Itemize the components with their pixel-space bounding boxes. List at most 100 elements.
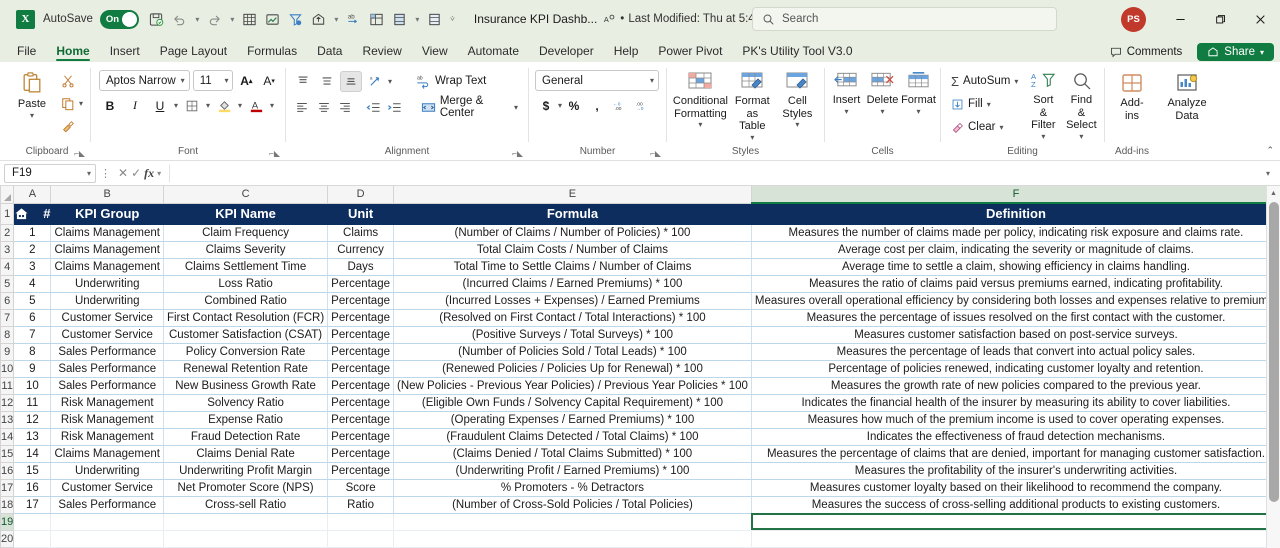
restore-button[interactable] <box>1200 0 1240 38</box>
cell-unit[interactable]: Days <box>327 258 394 276</box>
cell-kpi-name[interactable]: Customer Satisfaction (CSAT) <box>163 326 329 344</box>
cell-unit[interactable]: Score <box>327 479 394 497</box>
cell-number[interactable]: 1 <box>13 224 52 242</box>
cell-definition[interactable]: Percentage of policies renewed, indicati… <box>751 360 1280 378</box>
cell-E20[interactable] <box>393 530 752 548</box>
cell-formula[interactable]: (Resolved on First Contact / Total Inter… <box>393 309 752 327</box>
avatar[interactable]: PS <box>1121 6 1146 32</box>
comments-button[interactable]: Comments <box>1101 43 1192 61</box>
cell-definition[interactable]: Measures the profitability of the insure… <box>751 462 1280 480</box>
cell-number[interactable]: 16 <box>13 479 52 497</box>
customize-qat-icon[interactable]: ⩒ <box>447 7 458 31</box>
cell-kpi-group[interactable]: Sales Performance <box>50 496 164 514</box>
decrease-indent-button[interactable] <box>363 97 383 118</box>
cell-kpi-name[interactable]: Claims Denial Rate <box>163 445 329 463</box>
cell-kpi-name[interactable]: Loss Ratio <box>163 275 329 293</box>
cell-B20[interactable] <box>50 530 164 548</box>
clear-dropdown-icon[interactable]: ▾ <box>999 123 1003 132</box>
format-as-table-button[interactable]: Format as Table ▾ <box>729 69 776 144</box>
row-header-9[interactable]: 9 <box>0 342 15 361</box>
font-color-dropdown-icon[interactable]: ▾ <box>270 101 274 110</box>
cell-formula[interactable]: (Incurred Losses + Expenses) / Earned Pr… <box>393 292 752 310</box>
cell-kpi-group[interactable]: Underwriting <box>50 275 164 293</box>
cell-unit[interactable]: Percentage <box>327 411 394 429</box>
format-as-table-dropdown-icon[interactable]: ▾ <box>750 133 754 142</box>
format-painter-button[interactable] <box>57 116 79 137</box>
row-header-3[interactable]: 3 <box>0 240 15 259</box>
tab-automate[interactable]: Automate <box>459 42 528 62</box>
row-header-5[interactable]: 5 <box>0 274 15 293</box>
cell-definition[interactable]: Average cost per claim, indicating the s… <box>751 241 1280 259</box>
format-dropdown-icon[interactable]: ▾ <box>916 107 920 116</box>
autosum-button[interactable]: Σ AutoSum ▾ <box>947 70 1022 92</box>
format-cells-button[interactable]: Format ▾ <box>901 69 936 118</box>
find-select-button[interactable]: Find & Select ▾ <box>1064 69 1098 143</box>
pivot-icon[interactable] <box>366 7 388 31</box>
cell-definition[interactable]: Measures the number of claims made per p… <box>751 224 1280 242</box>
row-header-1[interactable]: 1 <box>0 202 15 225</box>
row-header-4[interactable]: 4 <box>0 257 15 276</box>
cell-F20[interactable] <box>751 530 1280 548</box>
cell-number[interactable]: 8 <box>13 343 52 361</box>
cell-formula[interactable]: (Fraudulent Claims Detected / Total Clai… <box>393 428 752 446</box>
cell-definition[interactable]: Measures overall operational efficiency … <box>751 292 1280 310</box>
cell-number[interactable]: 9 <box>13 360 52 378</box>
tab-formulas[interactable]: Formulas <box>238 42 306 62</box>
selected-cell-F19[interactable] <box>751 513 1280 531</box>
column-header-b[interactable]: B <box>50 186 164 204</box>
fill-color-button[interactable] <box>213 95 235 116</box>
cell-definition[interactable]: Measures the percentage of leads that co… <box>751 343 1280 361</box>
clear-button[interactable]: Clear ▾ <box>947 116 1022 138</box>
scrollbar-thumb[interactable] <box>1269 202 1279 503</box>
expand-formula-bar-icon[interactable]: ▾ <box>1260 169 1276 178</box>
home-icon[interactable] <box>14 207 29 221</box>
cell-number[interactable]: 7 <box>13 326 52 344</box>
delete-dropdown-icon[interactable]: ▾ <box>880 107 884 116</box>
cell-kpi-group[interactable]: Sales Performance <box>50 377 164 395</box>
fill-button[interactable]: Fill ▾ <box>947 93 1022 115</box>
cell-B19[interactable] <box>50 513 164 531</box>
cell-kpi-group[interactable]: Customer Service <box>50 479 164 497</box>
tab-developer[interactable]: Developer <box>530 42 603 62</box>
chevron-down-icon[interactable]: ▾ <box>157 169 161 178</box>
cell-number[interactable]: 10 <box>13 377 52 395</box>
tab-pk-utility-tool[interactable]: PK's Utility Tool V3.0 <box>733 42 861 62</box>
cell-definition[interactable]: Measures customer loyalty based on their… <box>751 479 1280 497</box>
search-input[interactable]: Search <box>752 7 1057 31</box>
cell-E19[interactable] <box>393 513 752 531</box>
column-header-d[interactable]: D <box>327 186 394 204</box>
cell-kpi-group[interactable]: Underwriting <box>50 462 164 480</box>
tab-data[interactable]: Data <box>308 42 351 62</box>
cell-D19[interactable] <box>327 513 394 531</box>
cell-kpi-name[interactable]: Net Promoter Score (NPS) <box>163 479 329 497</box>
cell-kpi-group[interactable]: Underwriting <box>50 292 164 310</box>
row-header-17[interactable]: 17 <box>0 478 15 497</box>
cell-formula[interactable]: Total Time to Settle Claims / Number of … <box>393 258 752 276</box>
tab-power-pivot[interactable]: Power Pivot <box>649 42 731 62</box>
cell-formula[interactable]: (Underwriting Profit / Earned Premiums) … <box>393 462 752 480</box>
sort-filter-button[interactable]: AZ Sort & Filter ▾ <box>1026 69 1060 143</box>
wrap-text-button[interactable]: ab Wrap Text <box>412 70 490 92</box>
merge-center-dropdown-icon[interactable]: ▾ <box>514 103 518 112</box>
cell-unit[interactable]: Claims <box>327 224 394 242</box>
cell-definition[interactable]: Measures the growth rate of new policies… <box>751 377 1280 395</box>
close-button[interactable] <box>1240 0 1280 38</box>
cell-formula[interactable]: (Claims Denied / Total Claims Submitted)… <box>393 445 752 463</box>
align-top-button[interactable] <box>292 71 314 92</box>
align-middle-button[interactable] <box>316 71 338 92</box>
borders-dropdown-icon[interactable]: ▾ <box>206 101 210 110</box>
tab-home[interactable]: Home <box>47 42 98 62</box>
row-header-19[interactable]: 19 <box>0 512 15 531</box>
cell-number[interactable]: 13 <box>13 428 52 446</box>
cell-definition[interactable]: Measures the success of cross-selling ad… <box>751 496 1280 514</box>
cell-formula[interactable]: (Renewed Policies / Policies Up for Rene… <box>393 360 752 378</box>
row-header-10[interactable]: 10 <box>0 359 15 378</box>
insert-cells-button[interactable]: Insert ▾ <box>830 69 864 118</box>
cell-kpi-name[interactable]: Claims Severity <box>163 241 329 259</box>
borders-button[interactable] <box>181 95 203 116</box>
cell-kpi-group[interactable]: Claims Management <box>50 241 164 259</box>
align-center-button[interactable] <box>314 97 334 118</box>
underline-dropdown-icon[interactable]: ▾ <box>174 101 178 110</box>
tab-review[interactable]: Review <box>353 42 410 62</box>
cell-number[interactable]: 4 <box>13 275 52 293</box>
